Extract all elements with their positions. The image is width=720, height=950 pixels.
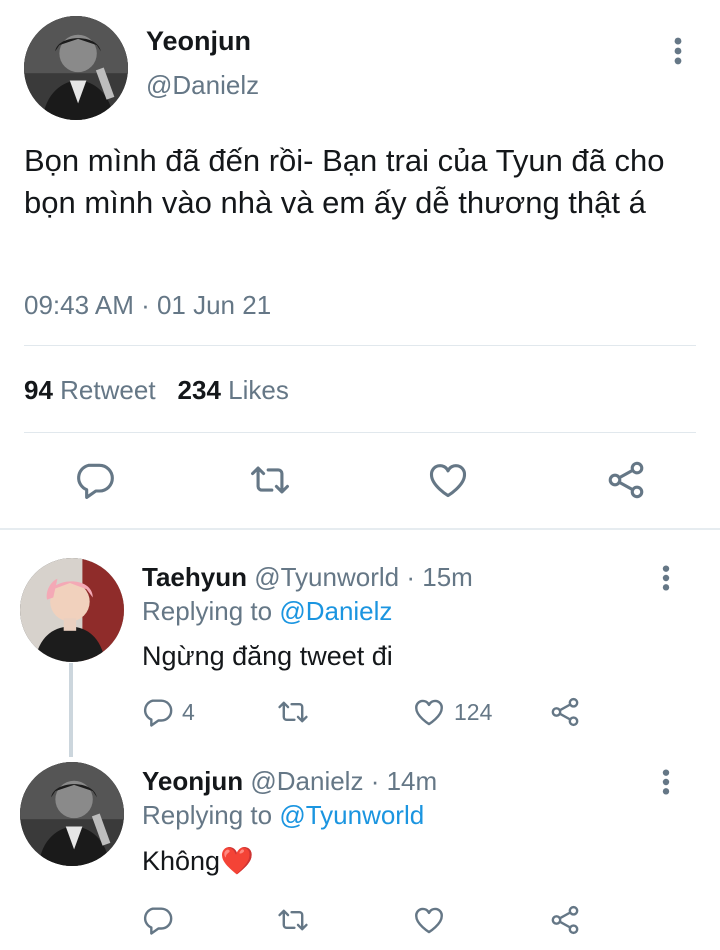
heart-icon (412, 695, 446, 729)
share-icon[interactable] (604, 458, 648, 502)
reply-icon[interactable] (72, 458, 116, 502)
reply-author-name[interactable]: Taehyun (142, 562, 247, 592)
author-name[interactable]: Yeonjun (146, 26, 251, 57)
more-vertical-icon[interactable] (664, 34, 692, 68)
retweet-stat[interactable]: 94 Retweet (24, 375, 156, 405)
reply-author-name[interactable]: Yeonjun (142, 766, 243, 796)
reply-icon (140, 695, 174, 729)
retweet-label: Retweet (60, 375, 156, 405)
share-icon (548, 695, 582, 729)
author-handle[interactable]: @Danielz (146, 70, 259, 101)
retweet-button[interactable] (274, 694, 312, 730)
retweet-icon (274, 695, 312, 729)
reply-author-handle[interactable]: @Tyunworld (254, 562, 399, 592)
tweet-text: Bọn mình đã đến rồi- Bạn trai của Tyun đ… (24, 143, 665, 220)
share-icon (548, 903, 582, 937)
like-button[interactable]: 124 (412, 694, 492, 730)
tweet-stats: 94 Retweet 234 Likes (24, 375, 289, 406)
like-button[interactable] (412, 902, 454, 938)
heart-icon[interactable] (426, 458, 470, 502)
heart-icon (412, 903, 446, 937)
like-count: 124 (454, 698, 493, 725)
avatar-yeonjun[interactable] (24, 16, 128, 120)
more-vertical-icon[interactable] (652, 766, 680, 798)
avatar-yeonjun[interactable] (20, 762, 124, 866)
retweet-icon (274, 903, 312, 937)
reply-time: · 15m (406, 562, 473, 592)
likes-stat[interactable]: 234 Likes (178, 375, 289, 405)
likes-label: Likes (228, 375, 289, 405)
tweet-timestamp[interactable]: 09:43 AM · 01 Jun 21 (24, 290, 271, 321)
avatar-image (20, 762, 124, 866)
retweet-button[interactable] (274, 902, 312, 938)
share-button[interactable] (548, 694, 582, 730)
avatar-image (24, 16, 128, 120)
replying-to: Replying to @Tyunworld (142, 800, 424, 831)
share-button[interactable] (548, 902, 582, 938)
replying-to-link[interactable]: @Tyunworld (279, 800, 424, 830)
reply-count: 4 (182, 698, 195, 725)
avatar-image (20, 558, 124, 662)
avatar-taehyun[interactable] (20, 558, 124, 662)
thread-line (69, 663, 73, 757)
reply-button[interactable] (140, 902, 182, 938)
reply-button[interactable]: 4 (140, 694, 195, 730)
like-count: 234 (177, 375, 221, 405)
replying-to-link[interactable]: @Danielz (279, 596, 392, 626)
divider (24, 432, 696, 433)
replying-label: Replying to (142, 596, 273, 626)
reply-header: Yeonjun @Danielz · 14m (142, 766, 437, 797)
more-vertical-icon[interactable] (652, 562, 680, 594)
reply-author-handle[interactable]: @Danielz (250, 766, 363, 796)
reply-icon (140, 903, 174, 937)
reply-header: Taehyun @Tyunworld · 15m (142, 562, 473, 593)
divider (24, 345, 696, 346)
replying-to: Replying to @Danielz (142, 596, 392, 627)
section-separator (0, 528, 720, 530)
reply-text: Ngừng đăng tweet đi (142, 641, 393, 671)
reply-time: · 14m (370, 766, 438, 796)
reply-text: Không❤️ (142, 846, 254, 876)
retweet-count: 94 (24, 375, 53, 405)
replying-label: Replying to (142, 800, 273, 830)
retweet-icon[interactable] (248, 458, 292, 502)
